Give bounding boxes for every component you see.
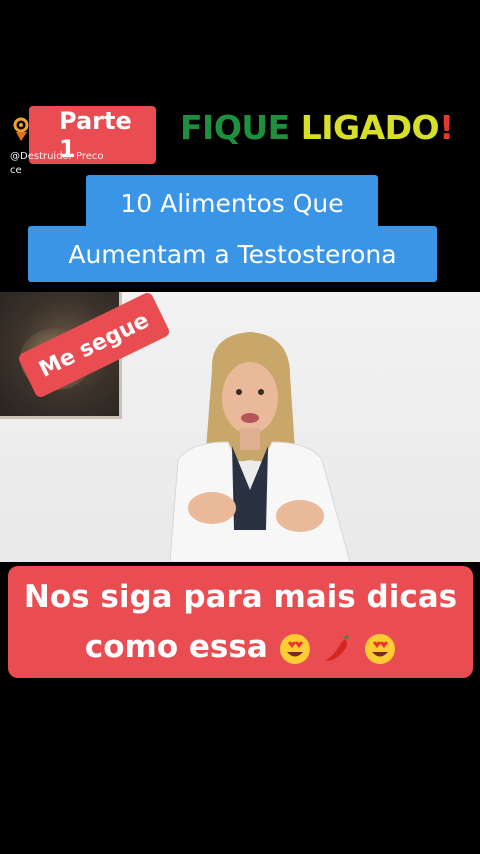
- follow-banner: Nos siga para mais dicas como essa: [8, 566, 473, 678]
- headline: FIQUE LIGADO!: [180, 108, 454, 147]
- title-line-1: 10 Alimentos Que: [120, 188, 344, 218]
- title-line-1-box: 10 Alimentos Que: [86, 175, 378, 231]
- title-line-2-box: Aumentam a Testosterona: [28, 226, 437, 282]
- headline-word-3: !: [439, 108, 454, 147]
- follow-line-2: como essa: [84, 629, 268, 665]
- headline-word-1: FIQUE: [180, 108, 290, 147]
- chili-pepper-emoji-icon: [325, 634, 350, 661]
- presenter-figure: [169, 332, 351, 562]
- follow-line-1: Nos siga para mais dicas: [23, 579, 458, 615]
- watermark: @Destruidor Preco ce: [10, 150, 130, 178]
- follow-line-2-row: como essa: [8, 622, 473, 672]
- watermark-line-1: @Destruidor Preco: [10, 151, 104, 162]
- heart-eyes-emoji-icon: [365, 633, 396, 664]
- headline-word-2: LIGADO: [300, 108, 440, 147]
- heart-eyes-emoji-icon: [279, 633, 310, 664]
- title-line-2: Aumentam a Testosterona: [68, 239, 397, 269]
